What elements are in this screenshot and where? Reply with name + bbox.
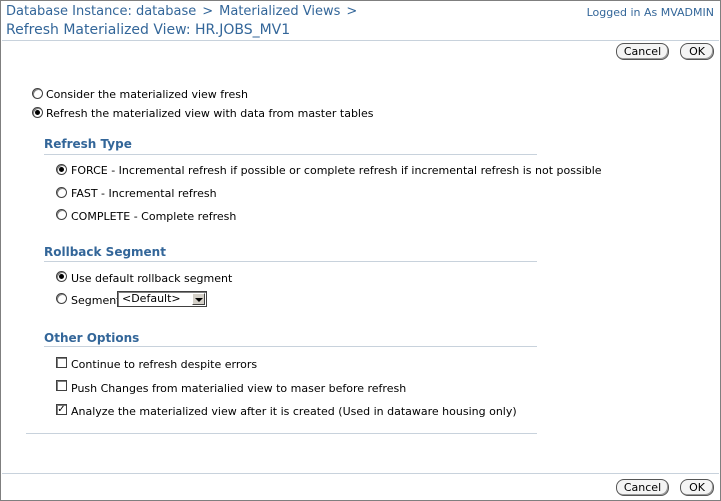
label-segment: Segment [71,294,121,307]
checkmark-icon: ✓ [57,404,66,415]
content-bottom-divider [26,433,537,434]
breadcrumb: Database Instance: database > Materialized… [6,4,363,19]
label-continue-despite-errors: Continue to refresh despite errors [71,358,258,371]
segment-select-value: <Default> [122,292,181,305]
radio-consider-fresh[interactable] [32,88,43,99]
cancel-button-bottom[interactable]: Cancel [616,479,669,496]
checkbox-continue-despite-errors[interactable] [56,357,67,368]
checkbox-analyze[interactable]: ✓ [56,404,67,415]
breadcrumb-database-instance[interactable]: Database Instance: database [6,4,196,19]
label-default-rollback: Use default rollback segment [71,272,233,285]
breadcrumb-separator: > [346,4,358,19]
checkbox-push-changes[interactable] [56,380,67,391]
footer-divider [2,473,719,474]
label-refresh-fast: FAST - Incremental refresh [71,187,217,200]
radio-refresh-from-master[interactable] [32,107,43,118]
other-options-divider [44,346,537,347]
other-options-header: Other Options [44,331,140,345]
label-analyze: Analyze the materialized view after it i… [71,405,517,418]
rollback-segment-divider [44,261,537,262]
logged-in-status: Logged in As MVADMIN [586,6,714,19]
breadcrumb-materialized-views[interactable]: Materialized Views [219,4,340,19]
refresh-type-header: Refresh Type [44,137,132,151]
segment-select[interactable]: <Default> [117,291,207,307]
label-refresh-force: FORCE - Incremental refresh if possible … [71,164,602,177]
title-divider [2,40,719,41]
ok-button-bottom[interactable]: OK [680,479,714,496]
rollback-segment-header: Rollback Segment [44,245,166,259]
ok-button-top[interactable]: OK [680,43,714,60]
radio-refresh-fast[interactable] [56,187,67,198]
cancel-button-top[interactable]: Cancel [616,43,669,60]
label-push-changes: Push Changes from materialied view to ma… [71,382,407,395]
label-consider-fresh: Consider the materialized view fresh [46,88,248,101]
breadcrumb-separator: > [202,4,214,19]
radio-segment[interactable] [56,293,67,304]
refresh-type-divider [44,154,537,155]
radio-default-rollback[interactable] [56,271,67,282]
label-refresh-complete: COMPLETE - Complete refresh [71,210,237,223]
radio-refresh-force[interactable] [56,164,67,175]
page-title: Refresh Materialized View: HR.JOBS_MV1 [6,22,291,38]
chevron-down-icon[interactable] [192,293,205,305]
radio-refresh-complete[interactable] [56,209,67,220]
label-refresh-from-master: Refresh the materialized view with data … [46,107,374,120]
